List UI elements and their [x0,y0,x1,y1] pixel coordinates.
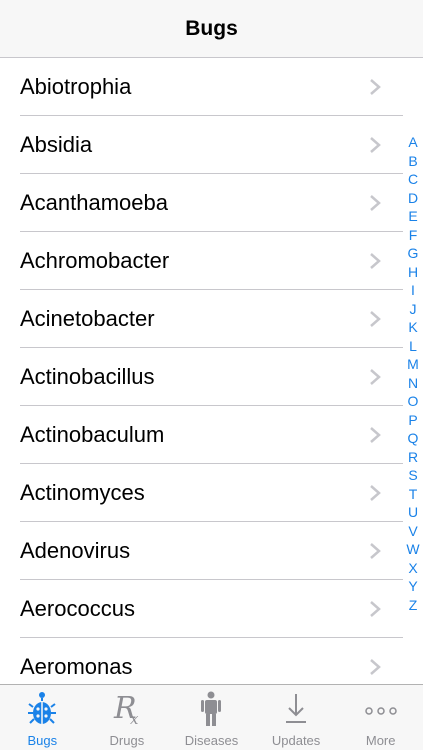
index-letter-m[interactable]: M [407,355,419,374]
page-title: Bugs [185,16,238,40]
list-item[interactable]: Aeromonas [0,638,423,684]
index-letter-a[interactable]: A [408,133,417,152]
index-letter-c[interactable]: C [408,170,418,189]
tab-label: Updates [271,733,321,748]
chevron-right-icon [370,311,381,327]
list-item[interactable]: Actinobaculum [0,406,423,464]
person-icon [201,691,222,726]
index-letter-p[interactable]: P [408,411,417,430]
chevron-right-icon [370,195,381,211]
bug-list[interactable]: Abiotrophia Absidia Acanthamoeba Achromo… [0,58,423,684]
index-letter-z[interactable]: Z [409,596,418,615]
chevron-right-icon [370,253,381,269]
section-index[interactable]: ABCDEFGHIJKLMNOPQRSTUVWXYZ [401,133,423,614]
list-item[interactable]: Aerococcus [0,580,423,638]
chevron-right-icon [370,601,381,617]
index-letter-v[interactable]: V [408,522,417,541]
list-item-label: Achromobacter [20,248,170,273]
tab-more[interactable]: More [338,685,423,750]
chevron-right-icon [370,485,381,501]
list-item-label: Actinobacillus [20,364,155,389]
more-icon [364,707,397,715]
tab-bar: Bugs R x Drugs Diseases Updates More [0,684,423,750]
tab-updates[interactable]: Updates [254,685,339,750]
list-item-label: Acinetobacter [20,306,155,331]
index-letter-n[interactable]: N [408,374,418,393]
list-item-label: Aeromonas [20,654,133,679]
index-letter-y[interactable]: Y [408,577,417,596]
list-item[interactable]: Absidia [0,116,423,174]
list-item-label: Actinomyces [20,480,145,505]
chevron-right-icon [370,79,381,95]
list-item-label: Abiotrophia [20,74,132,99]
index-letter-x[interactable]: X [408,559,417,578]
list-item-label: Adenovirus [20,538,131,563]
tab-label: Bugs [27,733,58,748]
list-item-label: Absidia [20,132,93,157]
chevron-right-icon [370,543,381,559]
index-letter-e[interactable]: E [408,207,417,226]
list-item[interactable]: Adenovirus [0,522,423,580]
tab-label: Drugs [109,733,145,748]
index-letter-l[interactable]: L [409,337,417,356]
chevron-right-icon [370,369,381,385]
list-item[interactable]: Abiotrophia [0,58,423,116]
list-item-label: Acanthamoeba [20,190,168,215]
index-letter-k[interactable]: K [408,318,417,337]
tab-label: More [365,733,396,748]
index-letter-s[interactable]: S [408,466,417,485]
index-letter-o[interactable]: O [408,392,419,411]
index-letter-u[interactable]: U [408,503,418,522]
download-icon [286,694,307,723]
svg-text:x: x [130,710,139,727]
index-letter-i[interactable]: I [411,281,415,300]
list-item[interactable]: Actinobacillus [0,348,423,406]
list-item[interactable]: Actinomyces [0,464,423,522]
chevron-right-icon [370,137,381,153]
index-letter-g[interactable]: G [408,244,419,263]
index-letter-q[interactable]: Q [408,429,419,448]
index-letter-w[interactable]: W [406,540,419,559]
navigation-bar: Bugs [0,0,423,58]
tab-bugs[interactable]: Bugs [0,685,85,750]
tab-label: Diseases [184,733,239,748]
index-letter-h[interactable]: H [408,263,418,282]
index-letter-b[interactable]: B [408,152,417,171]
index-letter-t[interactable]: T [409,485,418,504]
bug-icon [28,692,57,724]
tab-drugs[interactable]: R x Drugs [85,685,170,750]
list-item[interactable]: Achromobacter [0,232,423,290]
rx-icon: R x [113,691,139,727]
tab-diseases[interactable]: Diseases [169,685,254,750]
index-letter-d[interactable]: D [408,189,418,208]
list-item-label: Actinobaculum [20,422,165,447]
index-letter-r[interactable]: R [408,448,418,467]
index-letter-f[interactable]: F [409,226,418,245]
list-item[interactable]: Acanthamoeba [0,174,423,232]
index-letter-j[interactable]: J [410,300,417,319]
list-item[interactable]: Acinetobacter [0,290,423,348]
chevron-right-icon [370,659,381,675]
list-item-label: Aerococcus [20,596,135,621]
chevron-right-icon [370,427,381,443]
